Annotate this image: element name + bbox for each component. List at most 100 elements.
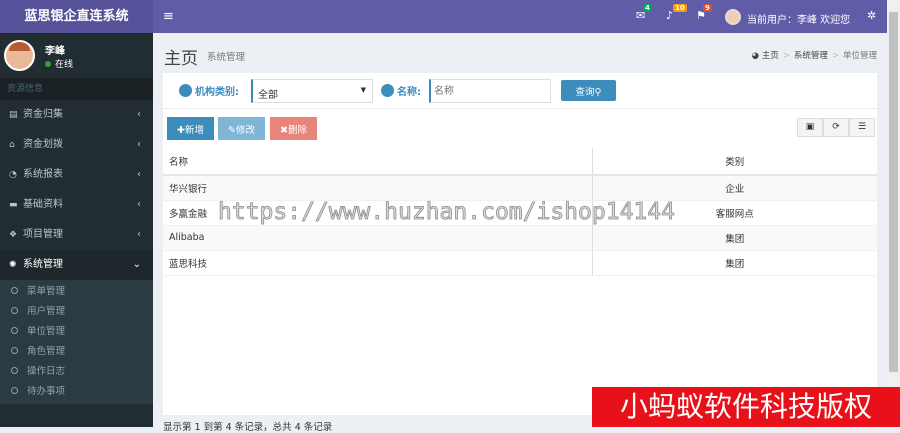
- user-name: 李峰: [45, 46, 65, 57]
- bell-badge: 10: [673, 4, 687, 12]
- submenu-item-units[interactable]: 单位管理: [0, 322, 153, 342]
- bank-icon: ⌂: [9, 140, 15, 150]
- cell-name: 华兴银行: [163, 175, 592, 201]
- cell-name: 蓝思科技: [163, 250, 592, 276]
- query-button[interactable]: 查询⚲: [561, 80, 616, 101]
- circle-icon: [11, 327, 18, 334]
- submenu-label: 角色管理: [27, 346, 66, 357]
- search-icon: ⚲: [594, 86, 602, 98]
- list-icon: ☰: [857, 122, 867, 132]
- current-user-text[interactable]: 当前用户：李峰 欢迎您: [747, 11, 850, 26]
- sidebar-section-header: 资源信息: [0, 78, 153, 100]
- chevron-left-icon: ‹: [137, 229, 141, 240]
- add-button[interactable]: ✚新增: [167, 117, 214, 140]
- user-circle-icon: [179, 84, 192, 97]
- flag-icon[interactable]: ⚑ 9: [696, 4, 712, 22]
- sidebar-item-label: 资金划拨: [23, 139, 63, 150]
- delete-button[interactable]: ✖删除: [270, 117, 317, 140]
- column-header-name[interactable]: 名称: [163, 148, 592, 176]
- settings-gear-icon[interactable]: ✲: [867, 9, 876, 22]
- sidebar-item-fund-collection[interactable]: ▤ 资金归集 ‹: [0, 100, 153, 130]
- copyright-banner: 小蚂蚁软件科技版权: [592, 387, 900, 427]
- user-circle-icon: [381, 84, 394, 97]
- cell-name: Alibaba: [163, 225, 592, 251]
- avatar: [4, 40, 35, 71]
- breadcrumb-system[interactable]: 系统管理: [794, 51, 828, 61]
- menu-toggle-icon[interactable]: ≡: [163, 9, 174, 24]
- toggle-icon: ▣: [805, 122, 815, 132]
- edit-button[interactable]: ✎修改: [218, 117, 265, 140]
- breadcrumb-current: 单位管理: [842, 51, 877, 61]
- data-table: 名称 类别 华兴银行 企业 多赢金融 客服网点 Alibaba 集团 蓝思科技 集团: [163, 148, 877, 276]
- sidebar: 李峰 在线 资源信息 ▤ 资金归集 ‹ ⌂ 资金划拨 ‹ ◔ 系统报表 ‹ ▬ 基础资料 ‹ ❖…: [0, 33, 153, 427]
- sidebar-item-label: 项目管理: [23, 229, 63, 240]
- mail-icon[interactable]: ✉ 4: [636, 4, 652, 22]
- online-dot-icon: [45, 61, 51, 67]
- submenu-item-roles[interactable]: 角色管理: [0, 342, 153, 362]
- life-ring-icon: ✺: [9, 260, 17, 270]
- refresh-button[interactable]: ⟳: [823, 118, 849, 137]
- sidebar-item-label: 系统报表: [23, 169, 63, 180]
- sidebar-item-reports[interactable]: ◔ 系统报表 ‹: [0, 160, 153, 190]
- submenu-item-users[interactable]: 用户管理: [0, 302, 153, 322]
- dashboard-icon: ◕: [751, 51, 762, 61]
- page-subtitle: 系统管理: [207, 52, 246, 63]
- plus-icon: ✚: [177, 124, 185, 136]
- status-text: 在线: [55, 60, 74, 70]
- cell-type: 客服网点: [591, 200, 877, 226]
- page-scrollbar[interactable]: [887, 0, 900, 427]
- chevron-left-icon: ‹: [137, 109, 141, 120]
- user-status: 在线: [45, 57, 73, 70]
- submenu-item-todo[interactable]: 待办事项: [0, 382, 153, 402]
- chevron-left-icon: ‹: [137, 169, 141, 180]
- submenu-label: 单位管理: [27, 326, 66, 337]
- circle-icon: [11, 307, 18, 314]
- circle-icon: [11, 367, 18, 374]
- submenu-item-logs[interactable]: 操作日志: [0, 362, 153, 382]
- page-title: 主页: [164, 49, 198, 69]
- chevron-left-icon: ‹: [137, 139, 141, 150]
- submenu-label: 待办事项: [27, 386, 66, 397]
- caret-down-icon: ▼: [360, 86, 366, 94]
- header-avatar[interactable]: [725, 9, 741, 25]
- table-row[interactable]: 多赢金融 客服网点: [163, 200, 877, 226]
- type-label: 机构类别:: [179, 83, 239, 98]
- type-select-value: 全部: [258, 90, 278, 101]
- breadcrumb: ◕ 主页 > 系统管理 > 单位管理: [751, 51, 877, 61]
- type-select[interactable]: 全部 ▼: [251, 79, 373, 103]
- table-row[interactable]: 华兴银行 企业: [163, 175, 877, 201]
- bell-icon[interactable]: ♪ 10: [666, 4, 687, 22]
- filter-bar: 机构类别: 全部 ▼ 名称: 查询⚲: [163, 73, 877, 109]
- sidebar-item-system[interactable]: ✺ 系统管理 ⌄: [0, 250, 153, 280]
- app-logo[interactable]: 蓝思银企直连系统: [0, 0, 153, 33]
- cubes-icon: ❖: [9, 230, 18, 240]
- sidebar-item-label: 资金归集: [23, 109, 63, 120]
- breadcrumb-home[interactable]: 主页: [762, 51, 779, 61]
- sidebar-item-label: 基础资料: [23, 199, 63, 210]
- name-label: 名称:: [381, 83, 421, 98]
- sidebar-item-basic-data[interactable]: ▬ 基础资料 ‹: [0, 190, 153, 220]
- toggle-view-button[interactable]: ▣: [797, 118, 823, 137]
- sidebar-item-fund-transfer[interactable]: ⌂ 资金划拨 ‹: [0, 130, 153, 160]
- cell-type: 集团: [591, 225, 877, 251]
- column-header-type[interactable]: 类别: [591, 148, 877, 176]
- submenu-label: 操作日志: [27, 366, 66, 377]
- table-row[interactable]: Alibaba 集团: [163, 225, 877, 251]
- top-header: 蓝思银企直连系统 ≡ ✉ 4 ♪ 10 ⚑ 9 当前用户：李峰 欢迎您 ✲: [0, 0, 900, 33]
- content-box: 机构类别: 全部 ▼ 名称: 查询⚲ ✚新增 ✎修改 ✖删除 ▣ ⟳ ☰ 名称类别…: [163, 73, 877, 415]
- submenu-item-menu[interactable]: 菜单管理: [0, 282, 153, 302]
- sidebar-item-projects[interactable]: ❖ 项目管理 ‹: [0, 220, 153, 250]
- refresh-icon: ⟳: [832, 122, 840, 132]
- mail-badge: 4: [643, 4, 652, 12]
- scrollbar-thumb[interactable]: [889, 12, 898, 372]
- name-input[interactable]: [429, 79, 551, 103]
- circle-icon: [11, 347, 18, 354]
- flag-badge: 9: [703, 4, 712, 12]
- table-row[interactable]: 蓝思科技 集团: [163, 250, 877, 276]
- hdd-icon: ▬: [9, 200, 18, 210]
- chevron-left-icon: ‹: [137, 199, 141, 210]
- chevron-down-icon: ⌄: [132, 259, 141, 270]
- columns-button[interactable]: ☰: [849, 118, 875, 137]
- submenu-label: 用户管理: [27, 306, 66, 317]
- close-icon: ✖: [280, 124, 288, 136]
